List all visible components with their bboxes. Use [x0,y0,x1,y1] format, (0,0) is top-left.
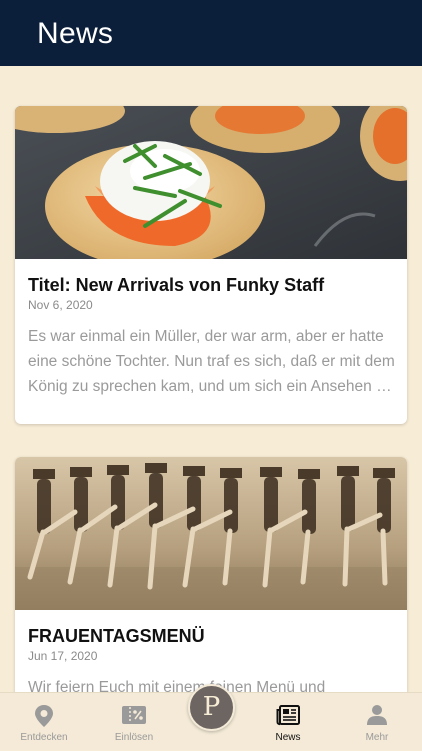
person-icon [367,705,387,725]
article-image-vintage-photo [15,457,407,610]
tab-einloesen[interactable]: Einlösen [92,693,176,751]
tab-label: News [275,732,301,743]
article-title: Titel: New Arrivals von Funky Staff [28,275,325,295]
tab-label: Mehr [365,732,389,743]
article-title: FRAUENTAGSMENÜ [28,626,205,646]
app-header: News [0,0,422,66]
article-date: Jun 17, 2020 [28,649,98,663]
article-excerpt: Es war einmal ein Müller, der war arm, a… [28,328,395,395]
tab-mehr[interactable]: Mehr [335,693,419,751]
article-image-blinis [15,106,407,259]
logo-home-button[interactable]: P [188,684,235,731]
tab-label: Entdecken [20,732,68,743]
news-card[interactable]: Titel: New Arrivals von Funky Staff Nov … [15,106,407,424]
article-date: Nov 6, 2020 [28,298,93,312]
newspaper-icon [276,705,300,726]
coupon-icon [122,706,146,724]
location-pin-icon [35,705,53,727]
tab-entdecken[interactable]: Entdecken [2,693,86,751]
news-card[interactable]: FRAUENTAGSMENÜ Jun 17, 2020 Wir feiern E… [15,457,407,692]
tab-news[interactable]: News [246,693,330,751]
page-title: News [37,17,114,50]
tab-label: Einlösen [114,732,154,743]
news-feed[interactable]: Titel: New Arrivals von Funky Staff Nov … [0,66,422,692]
logo-letter: P [202,692,221,722]
